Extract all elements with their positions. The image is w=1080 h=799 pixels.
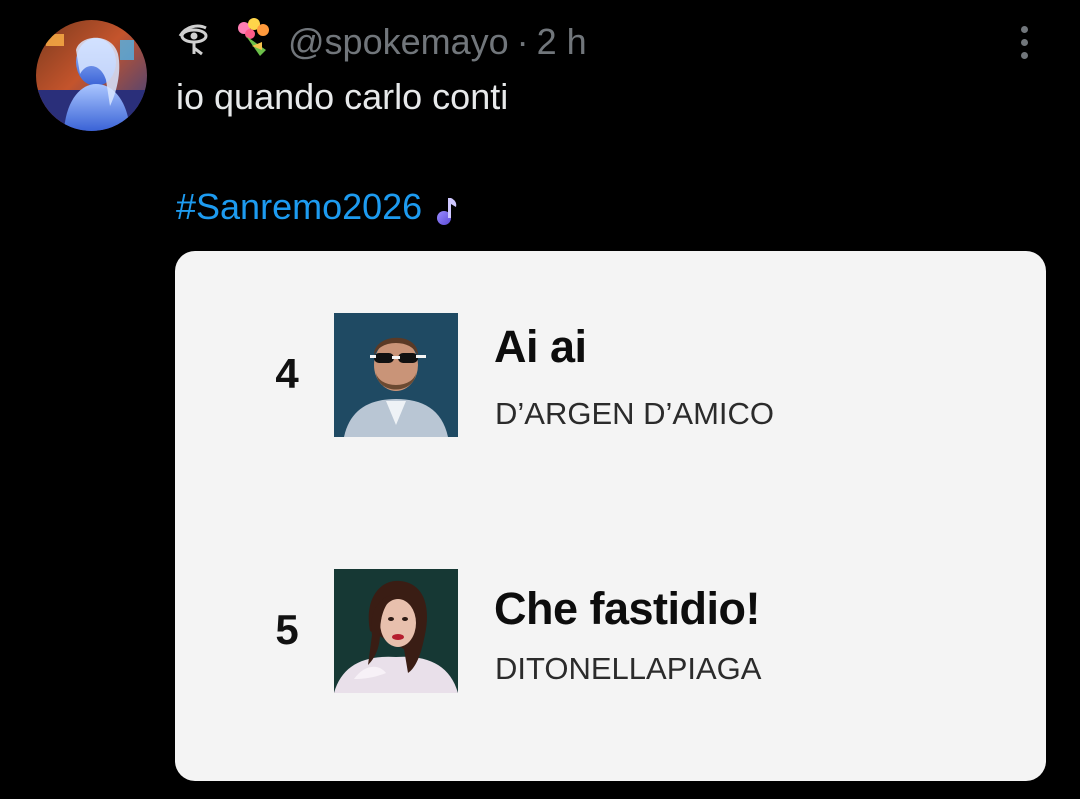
tweet: @spokemayo · 2 h io quando carlo conti #… [0, 0, 1080, 799]
song-artist: DITONELLAPIAGA [495, 651, 762, 686]
song-title: Ai ai [494, 321, 587, 372]
display-name-emojis [176, 18, 220, 67]
cover-art [334, 569, 458, 693]
hashtag-line: #Sanremo2026 [176, 185, 460, 229]
chart-entry: 5 Che fastidio! DITONELLAPIAGA [175, 569, 1046, 694]
user-handle[interactable]: @spokemayo [288, 21, 509, 63]
bouquet-icon [232, 16, 276, 69]
media-image[interactable]: 4 Ai ai D’ARGEN D’AMICO 5 Che fastidio! … [175, 251, 1046, 781]
chart-rank: 5 [275, 606, 299, 653]
song-title: Che fastidio! [494, 583, 761, 634]
eye-glyph-icon [178, 24, 208, 55]
post-timestamp[interactable]: 2 h [537, 21, 587, 63]
more-options-icon[interactable] [1006, 22, 1042, 62]
chart-entry: 4 Ai ai D’ARGEN D’AMICO [175, 313, 1046, 438]
hashtag-link[interactable]: #Sanremo2026 [176, 185, 422, 229]
cover-art [334, 313, 458, 437]
music-note-icon [434, 192, 460, 225]
header-separator: · [516, 21, 529, 62]
avatar[interactable] [36, 20, 147, 131]
chart-rank: 4 [275, 350, 299, 397]
tweet-text: io quando carlo conti [176, 76, 509, 117]
tweet-header: @spokemayo · 2 h [176, 16, 587, 69]
song-artist: D’ARGEN D’AMICO [495, 396, 775, 431]
